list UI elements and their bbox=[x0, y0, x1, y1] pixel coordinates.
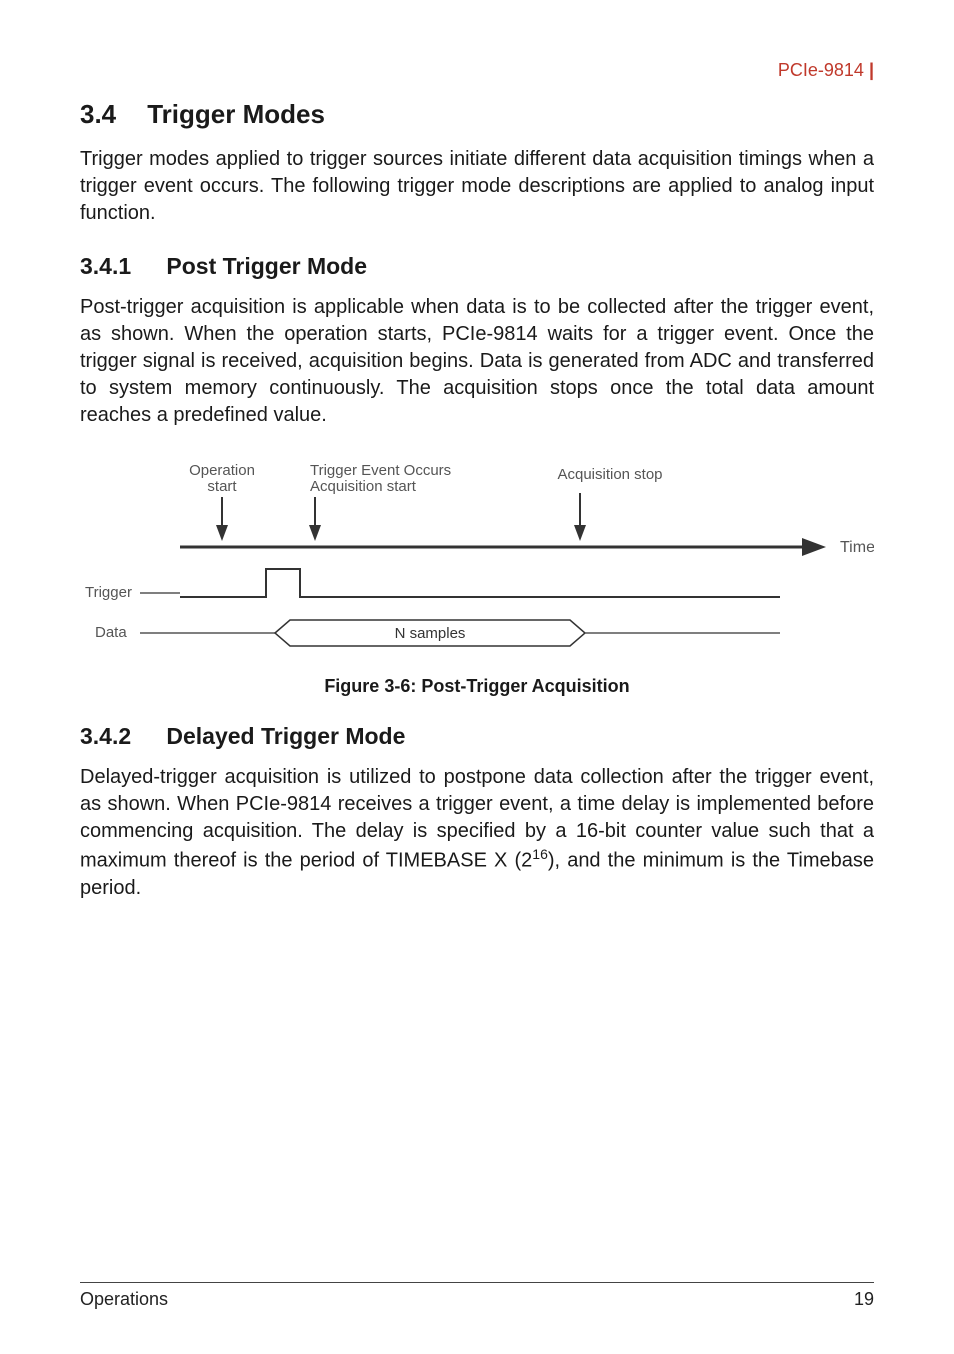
sub2-body-sup: 16 bbox=[532, 846, 548, 862]
section-number: 3.4 bbox=[80, 99, 140, 130]
section-title: Trigger Modes bbox=[147, 99, 325, 129]
trigger-waveform bbox=[180, 569, 780, 597]
footer-page-number: 19 bbox=[854, 1289, 874, 1310]
label-acq-stop: Acquisition stop bbox=[557, 466, 662, 483]
section-intro: Trigger modes applied to trigger sources… bbox=[80, 146, 874, 227]
subsection-1-heading: 3.4.1 Post Trigger Mode bbox=[80, 253, 874, 280]
subsection-1-title: Post Trigger Mode bbox=[166, 253, 367, 279]
label-op-start-l1: Operation bbox=[189, 462, 255, 479]
figure-3-6: Operation start Trigger Event Occurs Acq… bbox=[80, 457, 874, 697]
product-code: PCIe-9814 bbox=[778, 60, 864, 80]
label-time: Time bbox=[840, 539, 874, 556]
header-product: PCIe-9814 | bbox=[80, 60, 874, 81]
subsection-2-body: Delayed-trigger acquisition is utilized … bbox=[80, 764, 874, 902]
footer-left: Operations bbox=[80, 1289, 168, 1310]
subsection-2-title: Delayed Trigger Mode bbox=[166, 723, 405, 749]
label-nsamples: N samples bbox=[395, 625, 466, 642]
subsection-2-number: 3.4.2 bbox=[80, 723, 160, 750]
header-bar: | bbox=[864, 60, 874, 80]
timing-diagram: Operation start Trigger Event Occurs Acq… bbox=[80, 457, 874, 657]
label-trig-evt-l2: Acquisition start bbox=[310, 478, 417, 495]
subsection-2-heading: 3.4.2 Delayed Trigger Mode bbox=[80, 723, 874, 750]
label-trig-evt-l1: Trigger Event Occurs bbox=[310, 462, 451, 479]
page-footer: Operations 19 bbox=[80, 1282, 874, 1310]
label-data: Data bbox=[95, 624, 127, 641]
subsection-1-number: 3.4.1 bbox=[80, 253, 160, 280]
subsection-1-body: Post-trigger acquisition is applicable w… bbox=[80, 294, 874, 429]
section-heading: 3.4 Trigger Modes bbox=[80, 99, 874, 130]
label-trigger: Trigger bbox=[85, 584, 132, 601]
figure-caption: Figure 3-6: Post-Trigger Acquisition bbox=[80, 676, 874, 697]
label-op-start-l2: start bbox=[207, 478, 237, 495]
